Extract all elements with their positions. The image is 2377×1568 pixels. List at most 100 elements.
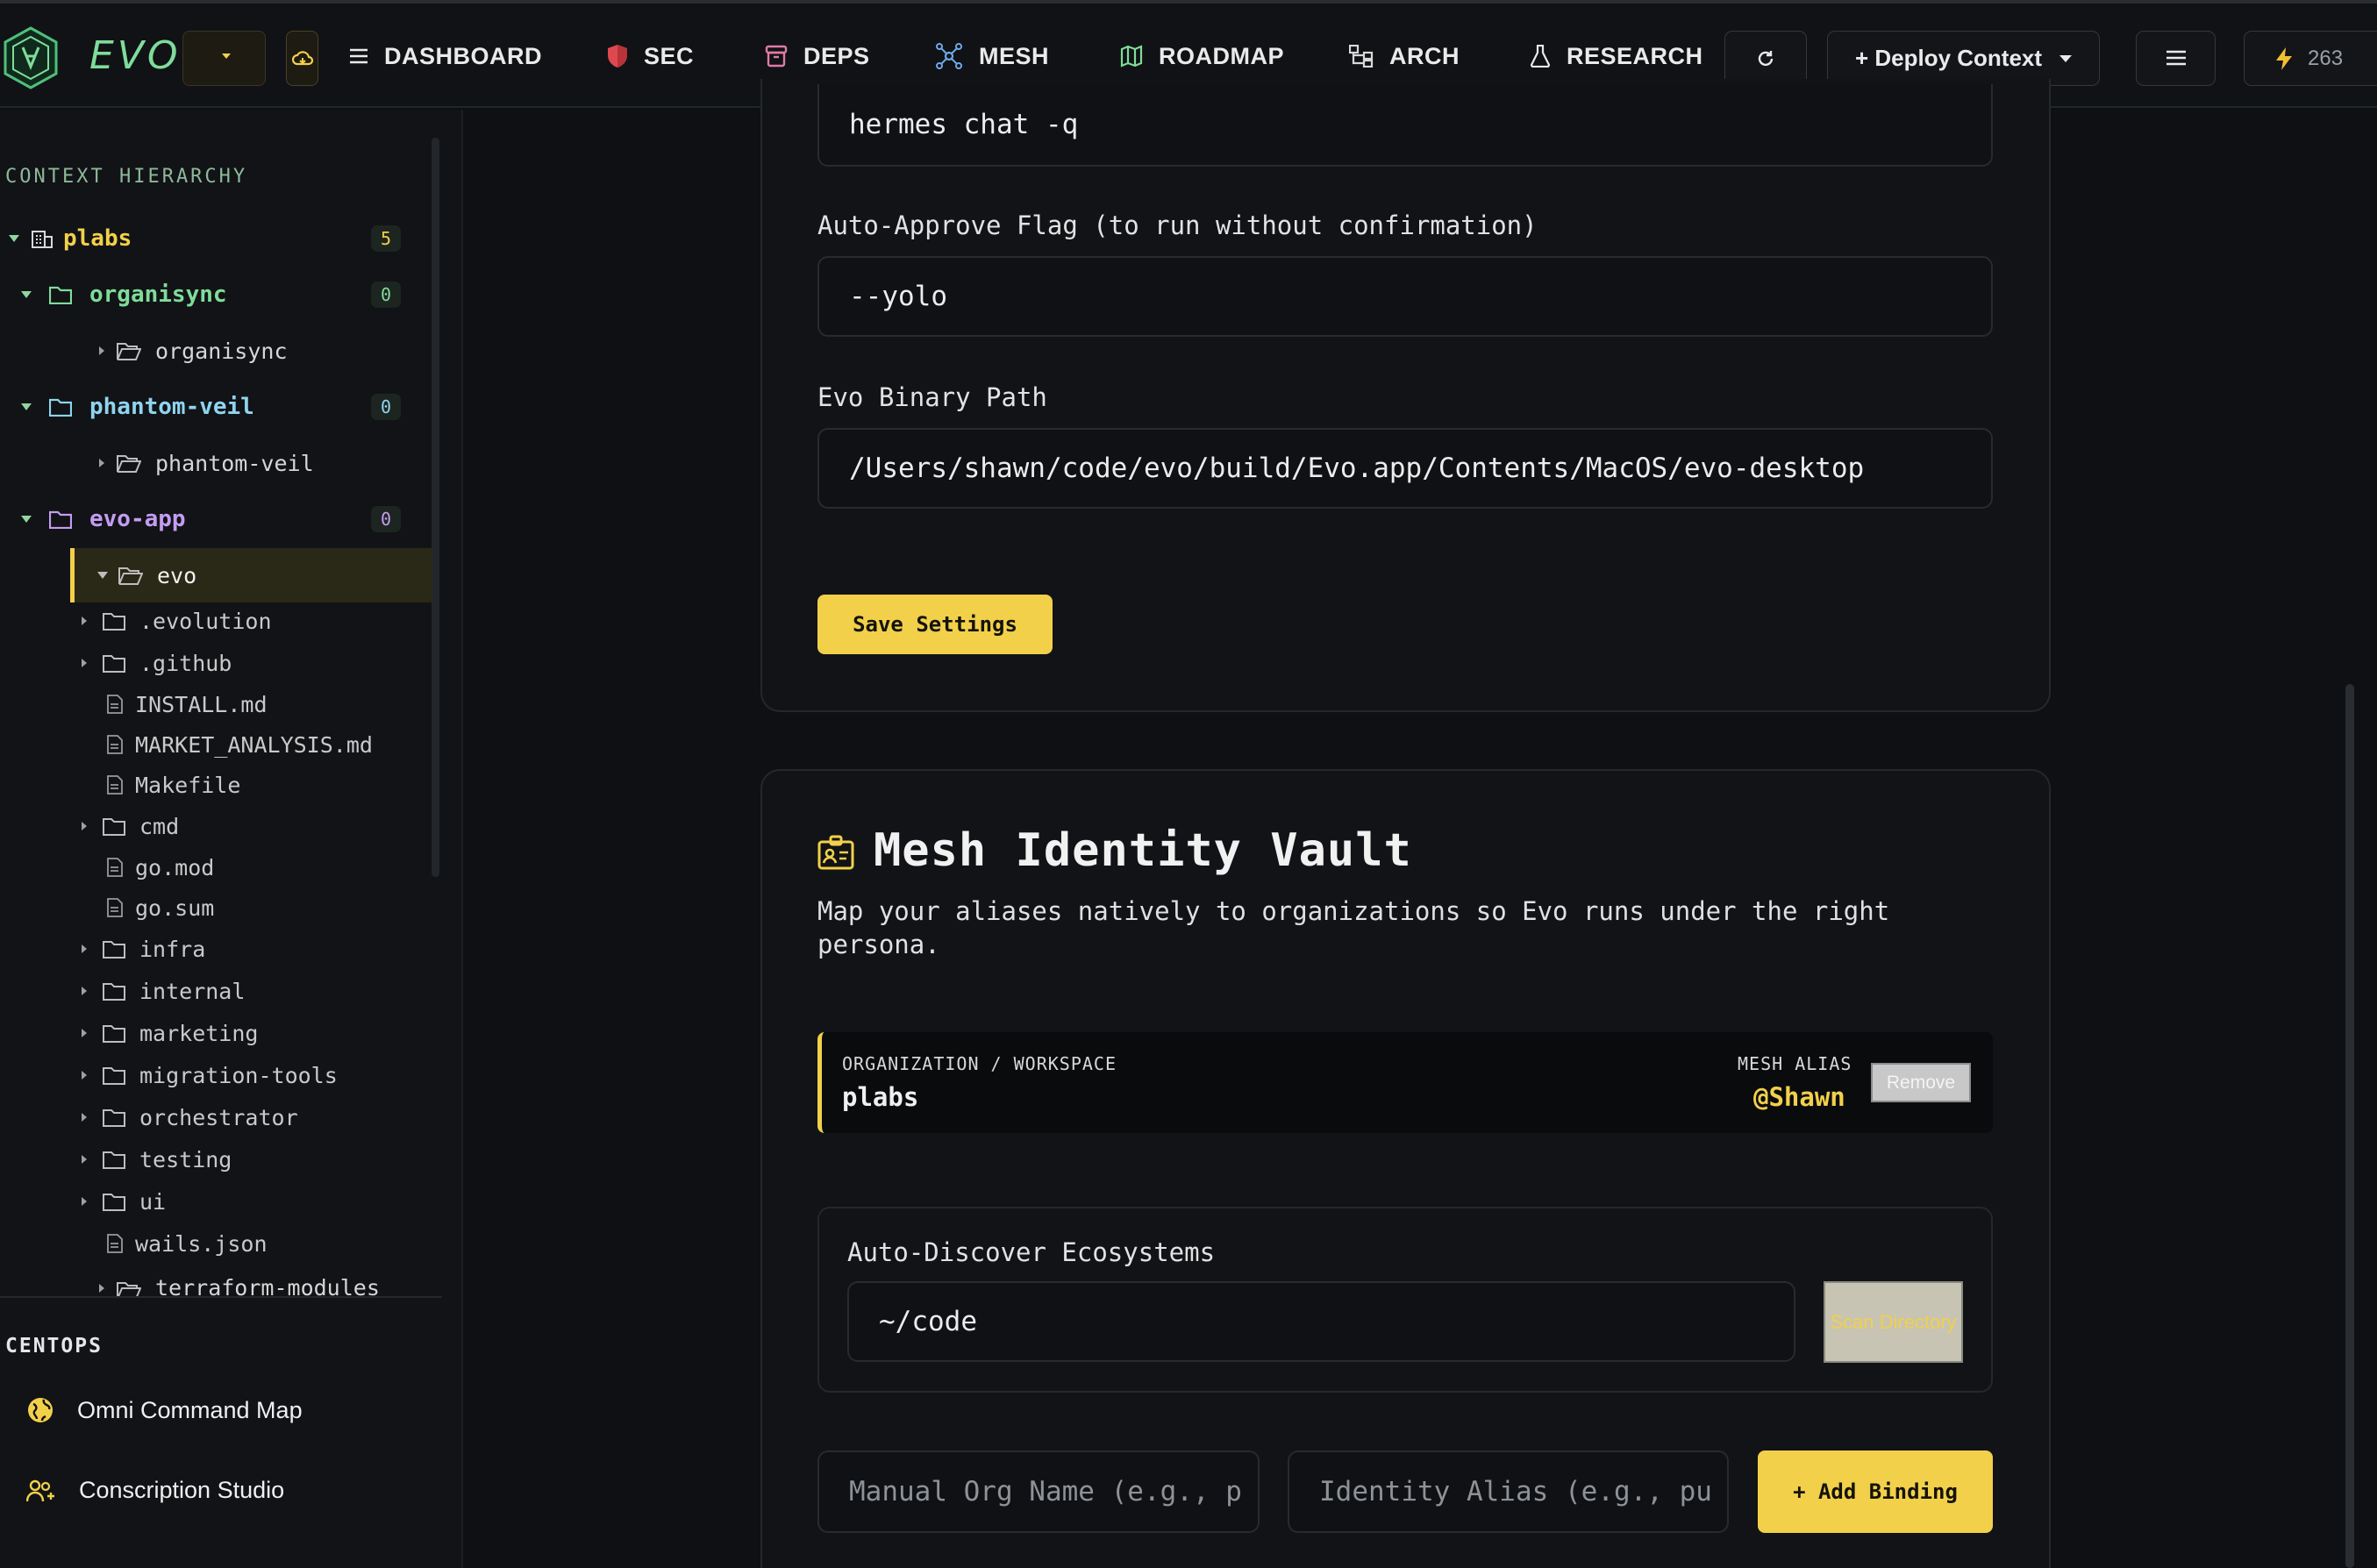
tab-label: DASHBOARD [384,42,542,69]
file-icon [107,695,123,714]
folder-open-icon [117,455,141,473]
tree-file-item[interactable]: cmd [0,809,430,844]
omni-command-map-link[interactable]: Omni Command Map [26,1396,303,1424]
menu-button[interactable] [2136,31,2216,86]
tab-deps[interactable]: DEPS [765,35,870,77]
identity-binding-row: ORGANIZATION / WORKSPACE plabs MESH ALIA… [817,1032,1993,1133]
tree-file-item[interactable]: go.mod [0,850,430,885]
cloud-sync-button[interactable] [286,31,318,86]
archive-box-icon [765,45,788,68]
tree-file-item[interactable]: ui [0,1184,430,1219]
count-badge: 5 [371,225,401,252]
count-badge: 0 [371,282,401,308]
collapse-arrow-icon [82,659,87,667]
tree-file-label: go.sum [135,894,215,921]
collapse-arrow-icon [82,1197,87,1206]
user-add-icon [26,1479,54,1501]
tab-label: ROADMAP [1159,42,1284,69]
folder-icon [103,941,125,959]
chevron-down-icon [222,53,231,59]
folder-open-icon [118,567,143,585]
agent-command-field[interactable]: hermes chat -q [817,84,1993,167]
tree-item-label: phantom-veil [155,450,314,476]
energy-counter[interactable]: 263 [2244,31,2377,86]
tree-file-label: .github [139,650,232,676]
manual-org-input[interactable]: Manual Org Name (e.g., p [817,1450,1260,1533]
lightning-icon [2276,46,2292,70]
collapse-arrow-icon [82,987,87,995]
tab-arch[interactable]: ARCH [1349,35,1460,77]
tree-file-item[interactable]: infra [0,931,430,966]
tab-mesh[interactable]: MESH [935,35,1049,77]
mesh-identity-vault-card [760,769,2051,1568]
evo-logo-icon[interactable] [2,26,60,89]
tree-file-item[interactable]: .evolution [0,603,430,638]
folder-icon [49,510,72,529]
centops-title: CENTOPS [5,1335,103,1358]
add-binding-button[interactable]: + Add Binding [1758,1450,1993,1533]
tree-item-evo[interactable]: evo [0,553,430,597]
tab-sec[interactable]: SEC [607,35,694,77]
id-badge-icon [817,835,854,870]
scan-directory-button[interactable]: Scan Directory [1824,1281,1963,1363]
tree-file-item[interactable]: marketing [0,1016,430,1051]
tree-group-label: organisync [89,282,227,308]
binary-path-field[interactable]: /Users/shawn/code/evo/build/Evo.app/Cont… [817,428,1993,509]
tree-file-item[interactable]: migration-tools [0,1058,430,1093]
vault-subtitle: Map your aliases natively to organizatio… [817,896,1890,959]
tree-file-label: internal [139,978,246,1004]
tree-file-item[interactable]: INSTALL.md [0,687,430,722]
tree-file-item[interactable]: Makefile [0,767,430,802]
conscription-studio-link[interactable]: Conscription Studio [26,1477,284,1504]
tree-group-phantom-veil[interactable]: phantom-veil 0 [0,385,430,429]
file-icon [107,1234,123,1253]
agent-command-value: hermes chat -q [849,109,1079,140]
tree-item-organisync[interactable]: organisync [0,329,430,373]
sidebar-scrollbar[interactable] [432,138,439,877]
tree-file-label: go.mod [135,854,215,880]
deploy-context-button[interactable]: + Deploy Context [1827,31,2100,86]
tree-file-item[interactable]: go.sum [0,890,430,925]
main-scrollbar[interactable] [2345,684,2354,1568]
refresh-icon [1758,51,1774,67]
identity-alias-placeholder: Identity Alias (e.g., pu [1319,1476,1712,1507]
file-icon [107,735,123,754]
alias-header: MESH ALIAS [1738,1053,1852,1074]
tree-file-label: wails.json [135,1230,268,1257]
discover-path-field[interactable]: ~/code [847,1281,1795,1362]
collapse-arrow-icon [99,1284,104,1293]
tree-file-item[interactable]: .github [0,645,430,681]
tab-roadmap[interactable]: ROADMAP [1120,35,1284,77]
tree-item-partial[interactable]: terraform-modules [0,1273,430,1296]
remove-binding-button[interactable]: Remove [1871,1063,1971,1102]
refresh-button[interactable] [1724,31,1807,86]
brand-name: EVO [89,33,182,78]
tree-file-item[interactable]: MARKET_ANALYSIS.md [0,727,430,762]
tab-dashboard[interactable]: DASHBOARD [349,35,542,77]
sidebar-title: CONTEXT HIERARCHY [5,166,248,188]
tree-item-phantom-veil[interactable]: phantom-veil [0,441,430,485]
menu-lines-icon [350,48,368,64]
tab-research[interactable]: RESEARCH [1530,35,1703,77]
tree-root-plabs[interactable]: plabs 5 [0,217,430,260]
save-settings-button[interactable]: Save Settings [817,595,1053,654]
collapse-arrow-icon [82,1029,87,1037]
tree-file-item[interactable]: orchestrator [0,1100,430,1135]
auto-approve-field[interactable]: --yolo [817,256,1993,337]
identity-alias-input[interactable]: Identity Alias (e.g., pu [1288,1450,1729,1533]
tree-file-item[interactable]: testing [0,1142,430,1177]
tree-file-item[interactable]: wails.json [0,1226,430,1261]
tree-group-evo-app[interactable]: evo-app 0 [0,497,430,541]
tree-group-organisync[interactable]: organisync 0 [0,273,430,317]
folder-icon [49,398,72,417]
tab-label: DEPS [803,42,870,69]
save-settings-label: Save Settings [853,612,1017,637]
chevron-down-icon [2059,54,2073,62]
org-select-dropdown[interactable] [182,31,266,86]
tab-label: SEC [644,42,695,69]
tree-file-item[interactable]: internal [0,973,430,1009]
folder-icon [103,983,125,1001]
binary-path-label: Evo Binary Path [817,382,1047,412]
binary-path-value: /Users/shawn/code/evo/build/Evo.app/Cont… [849,453,1865,484]
globe-icon [28,1398,53,1422]
